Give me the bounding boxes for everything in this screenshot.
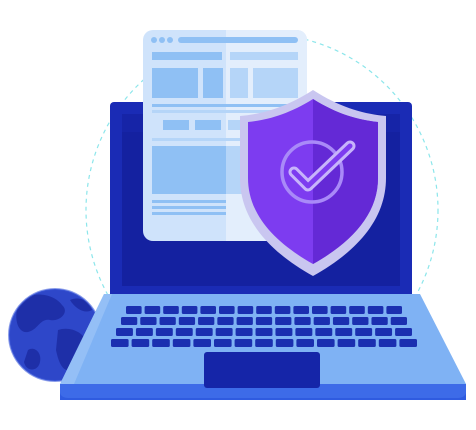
laptop-icon <box>60 294 466 400</box>
keyboard-key <box>159 317 176 325</box>
keyboard-key <box>390 317 407 325</box>
keyboard-key <box>200 306 216 314</box>
keyboard-key <box>256 306 272 314</box>
keyboard-key <box>195 328 213 336</box>
keyboard-key <box>399 339 417 347</box>
keyboard-key <box>386 306 402 314</box>
keyboard-key <box>219 306 235 314</box>
keyboard-key <box>294 317 311 325</box>
keyboard-key <box>293 306 309 314</box>
keyboard-key <box>175 328 193 336</box>
keyboard-key <box>172 339 191 347</box>
keyboard-key <box>335 328 353 336</box>
keyboard-key <box>255 339 273 347</box>
keyboard-key <box>135 328 153 336</box>
keyboard-key <box>163 306 179 314</box>
keyboard-key <box>358 339 376 347</box>
keyboard-key <box>395 328 412 336</box>
keyboard-key <box>144 306 161 314</box>
keyboard-key <box>317 339 335 347</box>
keyboard-key <box>178 317 196 325</box>
keyboard-key <box>295 328 313 336</box>
keyboard-key <box>155 328 173 336</box>
keyboard-key <box>131 339 150 347</box>
keyboard-key <box>275 317 292 325</box>
keyboard-key <box>121 317 138 325</box>
keyboard-key <box>193 339 211 347</box>
security-illustration <box>0 0 476 430</box>
laptop-trackpad <box>204 352 320 388</box>
keyboard-key <box>181 306 198 314</box>
keyboard-key <box>367 306 384 314</box>
keyboard-key <box>352 317 369 325</box>
keyboard-key <box>378 339 397 347</box>
keyboard-key <box>275 328 293 336</box>
keyboard-key <box>275 339 294 347</box>
keyboard-key <box>255 317 273 325</box>
keyboard-key <box>315 328 333 336</box>
keyboard-key <box>126 306 142 314</box>
keyboard-key <box>349 306 365 314</box>
keyboard-key <box>337 339 356 347</box>
keyboard-key <box>235 328 253 336</box>
keyboard-key <box>214 339 232 347</box>
keyboard-key <box>215 328 233 336</box>
keyboard-key <box>274 306 291 314</box>
keyboard-key <box>237 306 254 314</box>
keyboard-key <box>313 317 330 325</box>
keyboard-key <box>371 317 388 325</box>
keyboard-key <box>330 306 347 314</box>
keyboard-key <box>375 328 393 336</box>
keyboard-key <box>236 317 253 325</box>
keyboard-key <box>332 317 350 325</box>
keyboard-key <box>116 328 133 336</box>
keyboard-key <box>234 339 253 347</box>
keyboard-key <box>355 328 373 336</box>
keyboard-key <box>152 339 170 347</box>
keyboard-key <box>255 328 273 336</box>
keyboard-key <box>296 339 314 347</box>
keyboard-key <box>198 317 215 325</box>
keyboard-key <box>140 317 157 325</box>
keyboard-key <box>312 306 328 314</box>
keyboard-key <box>111 339 129 347</box>
keyboard-key <box>217 317 234 325</box>
